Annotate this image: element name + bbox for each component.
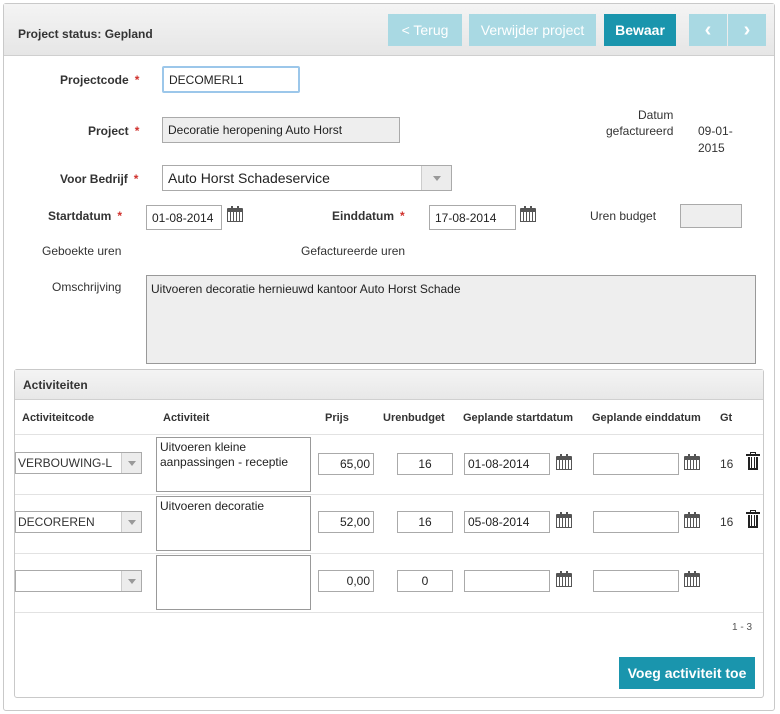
datum-value-line2: 2015 [698, 141, 725, 155]
planned-end-input[interactable] [593, 570, 679, 592]
calendar-icon[interactable] [684, 512, 700, 528]
planned-end-input[interactable] [593, 453, 679, 475]
activity-code-value: VERBOUWING-L [18, 456, 113, 470]
project-label: Project * [88, 124, 139, 138]
column-header-hours: Urenbudget [383, 412, 445, 424]
calendar-icon[interactable] [556, 512, 572, 528]
company-label-text: Voor Bedrijf [60, 172, 128, 186]
planned-start-input[interactable] [464, 511, 550, 533]
add-activity-button[interactable]: Voeg activiteit toe [619, 657, 755, 689]
calendar-icon[interactable] [227, 206, 243, 222]
chevron-down-icon[interactable] [121, 571, 141, 591]
enddate-label-text: Einddatum [332, 209, 394, 223]
required-mark: * [133, 172, 139, 186]
planned-end-input[interactable] [593, 511, 679, 533]
project-name-input[interactable] [162, 117, 400, 143]
hours-input[interactable] [397, 453, 453, 475]
calendar-icon[interactable] [520, 206, 536, 222]
calendar-icon[interactable] [684, 571, 700, 587]
hours-input[interactable] [397, 511, 453, 533]
chevron-down-icon[interactable] [421, 166, 451, 190]
booked-hours-label: Geboekte uren [42, 244, 122, 258]
required-mark: * [134, 124, 140, 138]
gt-value: 16 [720, 457, 734, 471]
chevron-down-icon[interactable] [121, 453, 141, 473]
activity-textarea[interactable]: Uitvoeren kleine aanpassingen - receptie [156, 437, 311, 492]
price-input[interactable] [318, 511, 374, 533]
project-label-text: Project [88, 124, 129, 138]
save-button[interactable]: Bewaar [604, 14, 676, 46]
activity-code-select[interactable]: VERBOUWING-L [15, 452, 142, 474]
activity-code-value: DECOREREN [18, 515, 95, 529]
datum-value-line1: 09-01- [698, 124, 733, 138]
back-button[interactable]: < Terug [388, 14, 462, 46]
required-mark: * [134, 73, 140, 87]
company-select[interactable]: Auto Horst Schadeservice [162, 165, 452, 191]
datum-label-line1: Datum [638, 108, 674, 122]
planned-start-input[interactable] [464, 453, 550, 475]
calendar-icon[interactable] [556, 454, 572, 470]
startdate-label: Startdatum * [48, 209, 122, 223]
required-mark: * [400, 209, 405, 223]
chevron-down-icon[interactable] [121, 512, 141, 532]
startdate-input[interactable] [146, 205, 222, 230]
planned-start-input[interactable] [464, 570, 550, 592]
company-label: Voor Bedrijf * [60, 172, 138, 186]
next-button[interactable]: › [728, 14, 766, 46]
column-header-price: Prijs [325, 412, 349, 424]
activities-header: Activiteiten [15, 370, 763, 400]
activity-code-select[interactable] [15, 570, 142, 592]
column-header-end: Geplande einddatum [592, 412, 701, 424]
price-input[interactable] [318, 453, 374, 475]
hours-budget-input[interactable] [680, 204, 742, 228]
activities-title: Activiteiten [23, 378, 88, 392]
activity-textarea[interactable]: Uitvoeren decoratie [156, 496, 311, 551]
price-input[interactable] [318, 570, 374, 592]
projectcode-label: Projectcode * [60, 73, 139, 87]
company-select-value: Auto Horst Schadeservice [168, 170, 330, 186]
pagination-info: 1 - 3 [732, 622, 753, 633]
activity-textarea[interactable] [156, 555, 311, 610]
previous-button[interactable]: ‹ [689, 14, 727, 46]
enddate-input[interactable] [429, 205, 516, 230]
gt-value: 16 [720, 515, 734, 529]
column-header-activity: Activiteit [163, 412, 210, 424]
calendar-icon[interactable] [684, 454, 700, 470]
column-header-gt: Gt [720, 412, 733, 424]
enddate-label: Einddatum * [332, 209, 405, 223]
description-label: Omschrijving [52, 280, 122, 294]
hours-budget-label: Uren budget [590, 209, 657, 223]
trash-icon[interactable] [746, 452, 760, 470]
trash-icon[interactable] [746, 510, 760, 528]
datum-label-line2: gefactureerd [606, 124, 674, 138]
calendar-icon[interactable] [556, 571, 572, 587]
page-title: Project status: Gepland [18, 27, 153, 41]
invoiced-hours-label: Gefactureerde uren [301, 244, 406, 258]
hours-input[interactable] [397, 570, 453, 592]
required-mark: * [117, 209, 123, 223]
column-header-code: Activiteitcode [22, 412, 95, 424]
delete-project-button[interactable]: Verwijder project [469, 14, 596, 46]
activity-code-select[interactable]: DECOREREN [15, 511, 142, 533]
projectcode-input[interactable] [162, 66, 300, 93]
description-textarea[interactable]: Uitvoeren decoratie hernieuwd kantoor Au… [146, 275, 756, 364]
column-header-start: Geplande startdatum [463, 412, 574, 424]
table-divider [15, 612, 763, 613]
startdate-label-text: Startdatum [48, 209, 112, 223]
projectcode-label-text: Projectcode [60, 73, 129, 87]
